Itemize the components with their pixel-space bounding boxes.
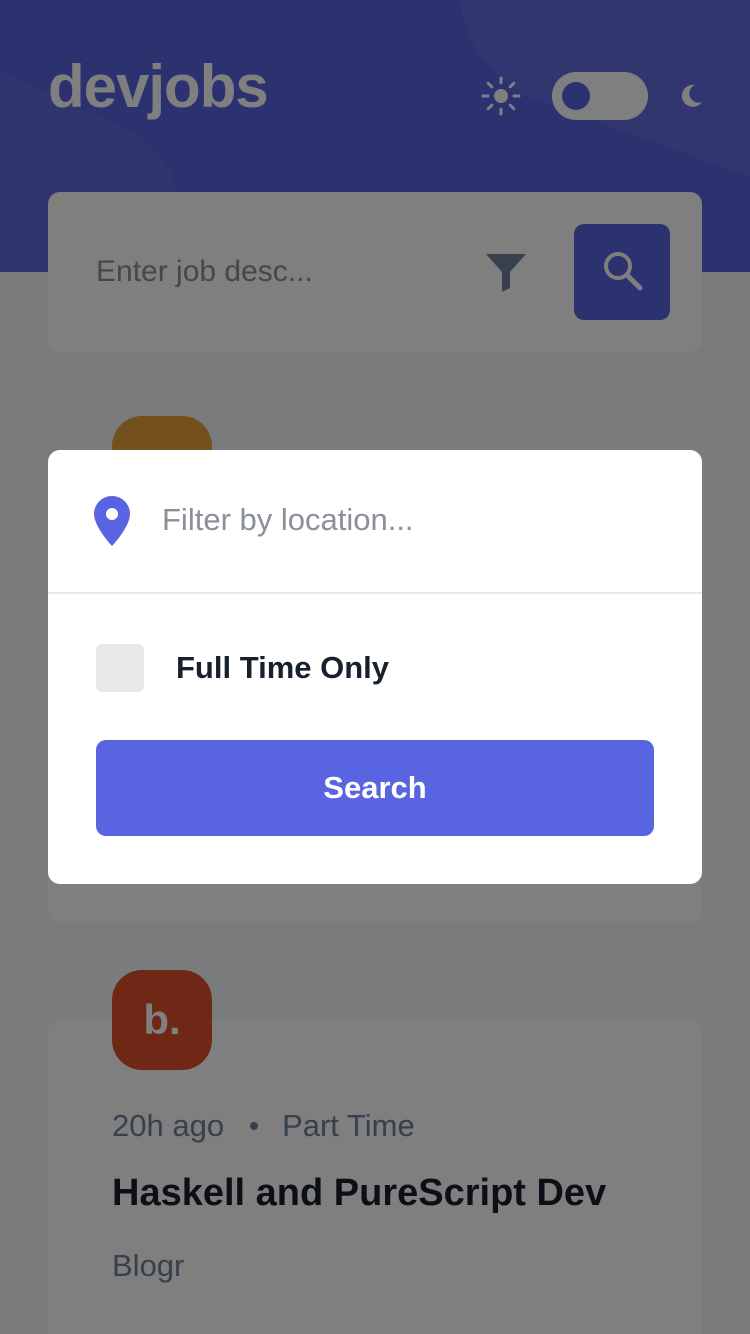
location-input[interactable] — [162, 492, 642, 548]
modal-search-button[interactable]: Search — [96, 740, 654, 836]
fulltime-label[interactable]: Full Time Only — [176, 650, 389, 686]
location-row — [48, 450, 702, 594]
fulltime-filter[interactable]: Full Time Only — [96, 644, 389, 692]
location-pin-icon — [94, 496, 130, 546]
fulltime-checkbox[interactable] — [96, 644, 144, 692]
filter-modal: Full Time Only Search — [48, 450, 702, 884]
